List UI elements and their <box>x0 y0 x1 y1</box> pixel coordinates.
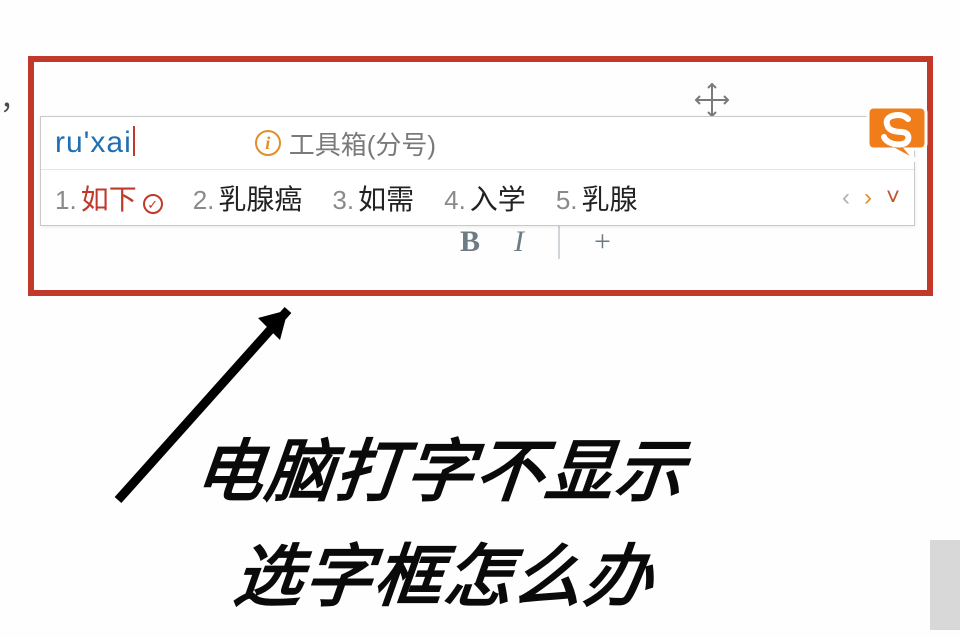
italic-button[interactable]: I <box>514 225 524 259</box>
ime-candidate-list: 1. 如下 ✓ 2. 乳腺癌 3. 如需 4. 入学 5. 乳腺 ‹ › ˅ <box>41 169 914 225</box>
toolbox-label: 工具箱(分号) <box>289 125 436 162</box>
candidate-1[interactable]: 1. 如下 ✓ <box>55 178 163 218</box>
candidate-3[interactable]: 3. 如需 <box>332 178 414 218</box>
candidate-5[interactable]: 5. 乳腺 <box>556 178 638 218</box>
ime-nav: ‹ › ˅ <box>842 184 900 212</box>
scrollbar[interactable] <box>930 540 960 630</box>
bold-button[interactable]: B <box>460 225 480 259</box>
ime-candidate-window: ru'xai i 工具箱(分号) 1. 如下 ✓ 2. 乳腺癌 3. 如需 4.… <box>40 116 915 226</box>
check-icon: ✓ <box>143 194 163 214</box>
caption-text: 电脑打字不显示 选字框怎么办 <box>179 420 691 631</box>
toolbar-separator <box>558 225 560 259</box>
format-toolbar: B I + <box>460 225 611 259</box>
caption-line-2: 选字框怎么办 <box>229 525 680 630</box>
ime-input-row: ru'xai i 工具箱(分号) <box>41 117 914 169</box>
sogou-logo-icon <box>864 99 928 163</box>
caption-line-1: 电脑打字不显示 <box>190 420 691 525</box>
candidate-2[interactable]: 2. 乳腺癌 <box>193 178 303 218</box>
next-page-icon[interactable]: › <box>864 184 872 212</box>
background-char: ， <box>0 78 28 118</box>
expand-icon[interactable]: ˅ <box>886 184 900 212</box>
ime-toolbox-button[interactable]: i 工具箱(分号) <box>255 125 436 162</box>
candidate-4[interactable]: 4. 入学 <box>444 178 526 218</box>
info-icon: i <box>255 130 281 156</box>
prev-page-icon[interactable]: ‹ <box>842 184 850 212</box>
ime-composition-text: ru'xai <box>55 126 135 160</box>
add-button[interactable]: + <box>594 225 611 259</box>
